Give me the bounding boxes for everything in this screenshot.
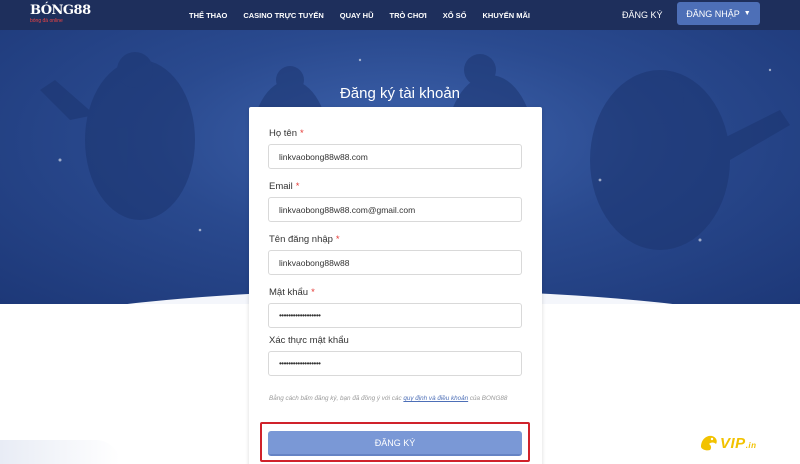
email-value: linkvaobong88w88.com@gmail.com <box>279 204 416 215</box>
watermark-suffix: .in <box>745 440 757 450</box>
terms-notice: Bằng cách bấm đăng ký, bạn đã đồng ý với… <box>269 394 531 404</box>
logo-text: BÓNG88 <box>30 3 91 18</box>
nav-item-xo-so[interactable]: XỔ SỐ <box>443 11 467 20</box>
required-mark: * <box>335 234 340 245</box>
register-submit-button[interactable]: ĐĂNG KÝ <box>268 431 522 456</box>
register-link[interactable]: ĐĂNG KÝ <box>622 0 663 30</box>
vip-watermark: VIP.in <box>698 432 757 454</box>
password-label: Mật khẩu * <box>269 287 315 298</box>
required-mark: * <box>300 128 304 139</box>
registration-form: Họ tên * linkvaobong88w88.com Email * link… <box>249 107 542 464</box>
nav-item-tro-choi[interactable]: TRÒ CHƠI <box>390 11 427 20</box>
confirm-password-label: Xác thực mật khẩu <box>269 335 349 346</box>
email-label: Email * <box>269 181 299 192</box>
username-label-text: Tên đăng nhập <box>269 234 333 245</box>
fullname-label: Họ tên * <box>269 128 304 139</box>
main-nav: THỂ THAO CASINO TRỰC TUYẾN QUAY HŨ TRÒ C… <box>189 0 530 30</box>
username-label: Tên đăng nhập * <box>269 234 340 245</box>
fullname-input[interactable]: linkvaobong88w88.com <box>268 144 522 169</box>
watermark-text: VIP.in <box>720 435 757 452</box>
terms-prefix: Bằng cách bấm đăng ký, bạn đã đồng ý với… <box>269 395 404 402</box>
logo-tagline: bóng đá online <box>30 18 63 24</box>
watermark-main: VIP <box>720 434 746 452</box>
terms-suffix: của BONG88 <box>468 395 508 402</box>
username-value: linkvaobong88w88 <box>279 257 350 268</box>
email-label-text: Email <box>269 181 293 192</box>
password-input[interactable]: •••••••••••••••••• <box>268 303 522 328</box>
register-submit-label: ĐĂNG KÝ <box>374 437 416 448</box>
password-label-text: Mật khẩu <box>269 287 309 298</box>
confirm-password-value: •••••••••••••••••• <box>279 359 321 368</box>
terms-link[interactable]: quy định và điều khoản <box>403 395 468 402</box>
nav-item-khuyen-mai[interactable]: KHUYẾN MÃI <box>483 11 531 20</box>
decorative-shape <box>0 440 120 464</box>
brand-logo[interactable]: BÓNG88 bóng đá online <box>30 3 91 27</box>
username-input[interactable]: linkvaobong88w88 <box>268 250 522 275</box>
required-mark: * <box>311 287 315 298</box>
nav-item-the-thao[interactable]: THỂ THAO <box>189 11 227 20</box>
login-button[interactable]: ĐĂNG NHẬP ▼ <box>677 2 760 25</box>
confirm-password-input[interactable]: •••••••••••••••••• <box>268 351 522 376</box>
email-input[interactable]: linkvaobong88w88.com@gmail.com <box>268 197 522 222</box>
chevron-down-icon: ▼ <box>743 10 751 17</box>
confirm-password-label-text: Xác thực mật khẩu <box>269 335 349 346</box>
top-navbar: BÓNG88 bóng đá online THỂ THAO CASINO TR… <box>0 0 800 30</box>
fullname-value: linkvaobong88w88.com <box>279 151 368 162</box>
dragon-logo-icon <box>701 435 717 451</box>
nav-item-casino[interactable]: CASINO TRỰC TUYẾN <box>243 11 323 20</box>
password-value: •••••••••••••••••• <box>279 311 321 320</box>
fullname-label-text: Họ tên <box>269 128 297 139</box>
required-mark: * <box>295 181 300 192</box>
page-title: Đăng ký tài khoản <box>339 85 461 102</box>
login-button-label: ĐĂNG NHẬP <box>686 8 740 19</box>
nav-item-quay-hu[interactable]: QUAY HŨ <box>340 11 374 20</box>
